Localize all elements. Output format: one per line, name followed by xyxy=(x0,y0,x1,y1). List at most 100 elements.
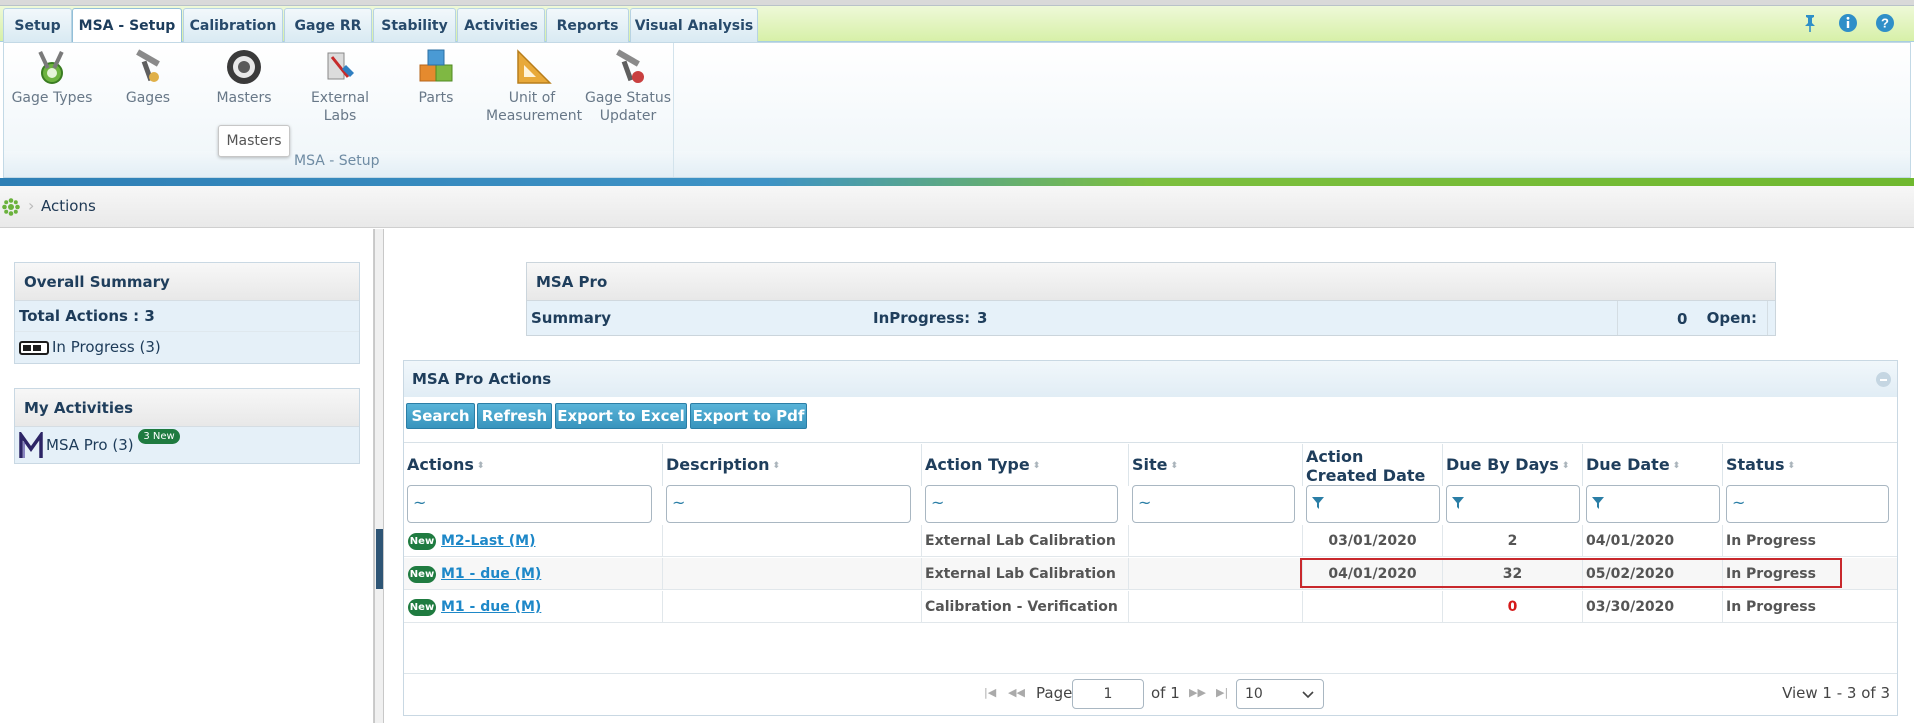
tab-gage-rr[interactable]: Gage RR xyxy=(284,8,372,42)
cell-site xyxy=(1129,591,1303,623)
filter-due-date-input[interactable] xyxy=(1586,485,1720,523)
page-number-input[interactable]: 1 xyxy=(1072,679,1144,709)
tab-stability[interactable]: Stability xyxy=(373,8,456,42)
help-icon[interactable]: ? xyxy=(1875,13,1895,33)
filter-icon xyxy=(1592,497,1604,509)
sort-icon: ⬍ xyxy=(1032,460,1041,471)
col-description[interactable]: Description ⬍ xyxy=(663,444,922,486)
chevron-down-icon xyxy=(1302,691,1314,699)
grid-pager: |◀ ◀◀ Page 1 of 1 ▶▶ ▶| 10 View 1 - 3 of… xyxy=(404,673,1897,715)
ribbon-gage-types-label: Gage Types xyxy=(11,90,93,106)
ribbon-masters-label: Masters xyxy=(216,90,272,106)
ribbon-gage-status-updater-label: Gage Status Updater xyxy=(585,90,671,124)
search-button[interactable]: Search xyxy=(406,403,475,429)
cell-description xyxy=(663,525,922,557)
col-due-by-days[interactable]: Due By Days ⬍ xyxy=(1443,444,1583,486)
ribbon-parts[interactable]: Parts xyxy=(390,47,482,107)
ribbon-tab-bar: Setup MSA - Setup Calibration Gage RR St… xyxy=(0,6,1914,43)
msa-pro-summary: MSA Pro Summary InProgress: 3 Open: xyxy=(526,262,1776,336)
tab-activities[interactable]: Activities xyxy=(457,8,545,42)
msa-pro-activity[interactable]: MSA Pro (3) 3 New xyxy=(15,427,359,463)
ribbon-parts-label: Parts xyxy=(418,90,454,106)
masters-icon xyxy=(227,50,261,84)
tab-calibration[interactable]: Calibration xyxy=(183,8,283,42)
grid-title: MSA Pro Actions xyxy=(412,370,552,388)
export-excel-button[interactable]: Export to Excel xyxy=(555,403,687,429)
tab-setup[interactable]: Setup xyxy=(3,8,72,42)
col-action-created-date[interactable]: Action Created Date xyxy=(1303,444,1443,486)
col-due-date[interactable]: Due Date ⬍ xyxy=(1583,444,1723,486)
in-progress-item[interactable]: In Progress (3) xyxy=(15,332,359,363)
ribbon-masters[interactable]: Masters xyxy=(198,47,290,107)
cell-description xyxy=(663,558,922,590)
new-badge: New xyxy=(408,599,436,616)
summary-row: Summary InProgress: 3 Open: xyxy=(527,301,1775,335)
cell-due-date: 04/01/2020 xyxy=(1583,525,1723,557)
panel-splitter[interactable] xyxy=(374,229,384,723)
page-label: Page xyxy=(1036,684,1073,702)
masters-tooltip: Masters xyxy=(218,125,290,157)
inprogress-label: InProgress: xyxy=(873,309,971,327)
next-page-icon[interactable]: ▶▶ xyxy=(1189,686,1206,699)
filter-description-input[interactable]: ~ xyxy=(666,485,911,523)
filter-created-date-input[interactable] xyxy=(1306,485,1440,523)
filter-due-days-input[interactable] xyxy=(1446,485,1580,523)
tab-msa-setup[interactable]: MSA - Setup xyxy=(72,8,182,43)
filter-actions-input[interactable]: ~ xyxy=(407,485,652,523)
cell-status: In Progress xyxy=(1726,599,1816,615)
ribbon-gages-label: Gages xyxy=(125,90,171,106)
new-badge: New xyxy=(408,533,436,550)
tab-visual-analysis[interactable]: Visual Analysis xyxy=(630,8,758,42)
tab-reports[interactable]: Reports xyxy=(546,8,629,42)
ribbon-gage-types[interactable]: Gage Types xyxy=(6,47,98,107)
table-row[interactable]: New M2-Last (M) External Lab Calibration… xyxy=(404,525,1897,557)
home-icon[interactable] xyxy=(2,198,20,216)
breadcrumb-separator: › xyxy=(28,196,35,215)
cell-action-type: External Lab Calibration xyxy=(922,558,1129,590)
external-labs-icon xyxy=(327,52,354,80)
gage-status-updater-icon xyxy=(616,49,644,83)
open-value: 0 xyxy=(1677,310,1688,328)
col-action-type[interactable]: Action Type ⬍ xyxy=(922,444,1129,486)
splitter-handle[interactable] xyxy=(376,529,383,589)
pin-icon[interactable] xyxy=(1800,13,1820,33)
last-page-icon[interactable]: ▶| xyxy=(1216,686,1228,699)
progress-bar-icon xyxy=(19,340,49,355)
col-site-label: Site xyxy=(1132,455,1168,474)
filter-status-input[interactable]: ~ xyxy=(1726,485,1889,523)
action-link[interactable]: M1 - due (M) xyxy=(441,591,541,623)
info-icon[interactable] xyxy=(1838,13,1858,33)
page-size-select[interactable]: 10 xyxy=(1236,679,1324,709)
collapse-icon[interactable] xyxy=(1876,372,1891,387)
prev-page-icon[interactable]: ◀◀ xyxy=(1008,686,1025,699)
col-site[interactable]: Site ⬍ xyxy=(1129,444,1303,486)
export-pdf-button[interactable]: Export to Pdf xyxy=(690,403,807,429)
ribbon-gage-status-updater[interactable]: Gage Status Updater xyxy=(582,47,674,125)
total-actions: Total Actions : 3 xyxy=(15,301,359,332)
filter-action-type-input[interactable]: ~ xyxy=(925,485,1118,523)
sort-icon: ⬍ xyxy=(772,460,781,471)
inprogress-value: 3 xyxy=(977,309,988,327)
ribbon-unit-of-measurement[interactable]: Unit of Measurement xyxy=(486,47,582,125)
cell-actions: New M1 - due (M) xyxy=(404,591,663,623)
refresh-button[interactable]: Refresh xyxy=(477,403,552,429)
ribbon-gages[interactable]: Gages xyxy=(102,47,194,107)
col-actions[interactable]: Actions ⬍ xyxy=(404,444,663,486)
first-page-icon[interactable]: |◀ xyxy=(984,686,996,699)
col-action-created-date-label: Action Created Date xyxy=(1306,447,1426,485)
ribbon-group-label: MSA - Setup xyxy=(294,153,380,169)
ribbon-external-labs[interactable]: External Labs xyxy=(294,47,386,125)
new-count-badge: 3 New xyxy=(138,429,180,444)
filter-site-input[interactable]: ~ xyxy=(1132,485,1295,523)
action-link[interactable]: M1 - due (M) xyxy=(441,558,541,590)
table-row[interactable]: New M1 - due (M) Calibration - Verificat… xyxy=(404,591,1897,623)
view-records-text: View 1 - 3 of 3 xyxy=(1782,684,1890,702)
cell-action-type: External Lab Calibration xyxy=(922,525,1129,557)
my-activities-box: My Activities MSA Pro (3) 3 New xyxy=(14,388,360,464)
my-activities-title: My Activities xyxy=(15,389,359,427)
summary-label: Summary xyxy=(531,309,612,327)
ribbon-group-msa-setup: Gage Types Gages Masters External Labs P… xyxy=(4,43,674,177)
action-link[interactable]: M2-Last (M) xyxy=(441,525,535,557)
msa-pro-logo-icon xyxy=(19,429,43,458)
col-status[interactable]: Status ⬍ xyxy=(1723,444,1897,486)
